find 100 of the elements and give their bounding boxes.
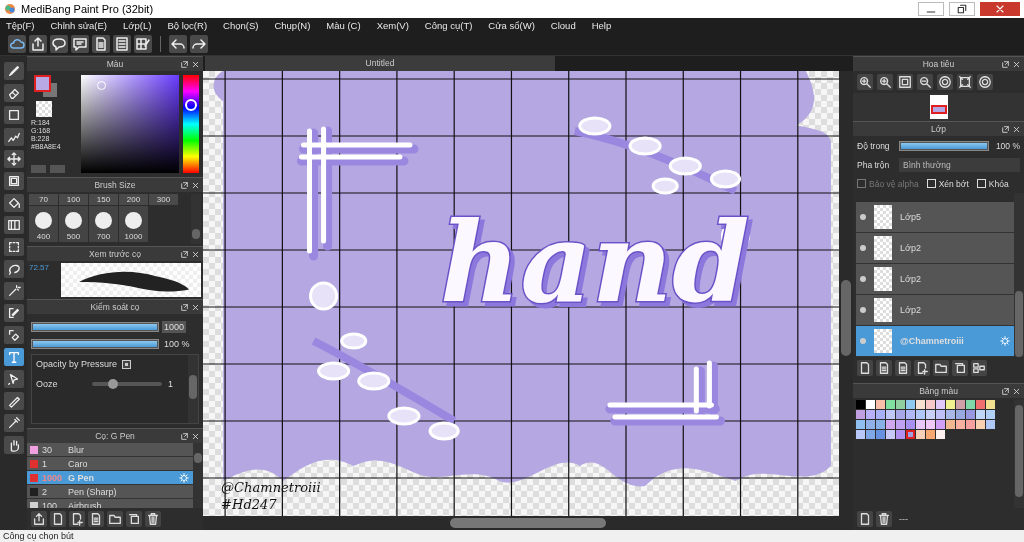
brush-size-option[interactable]: 500 [59, 206, 88, 242]
knife-icon[interactable] [3, 392, 24, 410]
popout-icon[interactable] [180, 249, 189, 259]
menu-item[interactable]: Tệp(F) [6, 20, 43, 31]
brush-size-option[interactable]: 100 [59, 194, 88, 205]
menu-item[interactable]: Chụp(N) [274, 20, 319, 31]
palette-swatch[interactable] [866, 400, 875, 409]
visibility-icon[interactable] [860, 214, 866, 220]
palette-swatch[interactable] [876, 410, 885, 419]
menu-item[interactable]: Lớp(L) [123, 20, 160, 31]
eraser-icon[interactable] [3, 84, 24, 102]
close-icon[interactable] [191, 302, 200, 312]
palette-swatch[interactable] [856, 420, 865, 429]
blend-dropdown[interactable]: Bình thường [899, 157, 1020, 172]
popout-icon[interactable] [1001, 386, 1010, 396]
brush-size-option[interactable]: 400 [29, 206, 58, 242]
document-tab[interactable]: Untitled [205, 56, 555, 71]
palette-swatch[interactable] [896, 410, 905, 419]
eraser-icon[interactable] [3, 326, 24, 344]
palette-swatch[interactable] [906, 410, 915, 419]
layer-item[interactable]: Lớp5 [856, 202, 1014, 233]
pointer-icon[interactable] [3, 370, 24, 388]
copy-icon[interactable] [126, 511, 142, 527]
zoom-out-icon[interactable] [917, 74, 933, 90]
add-layer-icon[interactable] [914, 360, 930, 376]
menu-item[interactable]: Bộ lọc(R) [167, 20, 216, 31]
brush-item[interactable]: 1 Caro [27, 457, 193, 471]
palette-swatch[interactable] [966, 410, 975, 419]
document-icon[interactable] [92, 35, 110, 53]
palette-swatch[interactable] [866, 430, 875, 439]
popout-icon[interactable] [180, 431, 189, 441]
brush-icon[interactable] [3, 62, 24, 80]
palette-swatch[interactable] [916, 420, 925, 429]
palette-swatch[interactable] [936, 410, 945, 419]
close-icon[interactable] [1012, 59, 1021, 69]
visibility-icon[interactable] [860, 307, 866, 313]
palette-swatch[interactable] [896, 400, 905, 409]
layer-item[interactable]: Lớp2 [856, 264, 1014, 295]
palette-swatch[interactable] [896, 420, 905, 429]
copy-icon[interactable] [952, 360, 968, 376]
size-value[interactable]: 1000 [162, 320, 187, 333]
palette-swatch[interactable] [916, 410, 925, 419]
brush-size-option[interactable]: 200 [119, 194, 148, 205]
palette-swatch[interactable] [856, 410, 865, 419]
palette-swatch[interactable] [936, 400, 945, 409]
scrollbar[interactable] [188, 355, 198, 423]
menu-item[interactable]: Help [591, 20, 620, 31]
rotate-icon[interactable] [977, 74, 993, 90]
brush-size-option[interactable]: 300 [149, 194, 178, 205]
palette-swatch[interactable] [926, 420, 935, 429]
navigator-thumbnail[interactable] [929, 95, 948, 119]
eyedropper-icon[interactable] [3, 414, 24, 432]
palette-swatch[interactable] [856, 430, 865, 439]
palette-swatch[interactable] [916, 430, 925, 439]
palette-swatch[interactable] [906, 400, 915, 409]
speech-bubble-icon[interactable] [50, 35, 68, 53]
palette-swatch[interactable] [986, 400, 995, 409]
menu-item[interactable]: Công cụ(T) [424, 20, 481, 31]
new-page-icon[interactable] [857, 511, 873, 527]
trash-icon[interactable] [876, 511, 892, 527]
close-icon[interactable] [1012, 124, 1021, 134]
palette-swatch[interactable] [886, 420, 895, 429]
fit-icon[interactable] [897, 74, 913, 90]
palette-swatch[interactable] [936, 420, 945, 429]
palette-swatch[interactable] [926, 400, 935, 409]
trash-icon[interactable] [145, 511, 161, 527]
wand-icon[interactable] [3, 282, 24, 300]
restore-icon[interactable] [949, 2, 975, 16]
palette-swatch[interactable] [876, 420, 885, 429]
scrollbar[interactable] [839, 71, 853, 516]
hand-icon[interactable] [3, 436, 24, 454]
brush-size-option[interactable]: 700 [89, 206, 118, 242]
cloud-icon[interactable] [8, 35, 26, 53]
palette-swatch[interactable] [886, 410, 895, 419]
popout-icon[interactable] [180, 180, 189, 190]
popout-icon[interactable] [180, 302, 189, 312]
square-icon[interactable] [3, 106, 24, 124]
palette-swatch[interactable] [936, 430, 945, 439]
upload-icon[interactable] [29, 35, 47, 53]
lasso-icon[interactable] [3, 260, 24, 278]
palette-swatch[interactable] [946, 400, 955, 409]
palette-swatch[interactable] [966, 420, 975, 429]
layer-item[interactable]: Lớp2 [856, 295, 1014, 326]
gradient-icon[interactable] [3, 216, 24, 234]
popout-icon[interactable] [1001, 59, 1010, 69]
close-icon[interactable] [191, 249, 200, 259]
palette-swatch[interactable] [926, 430, 935, 439]
close-icon[interactable] [191, 59, 200, 69]
gear-icon[interactable] [179, 472, 189, 483]
gear-icon[interactable] [1000, 336, 1010, 346]
visibility-icon[interactable] [860, 276, 866, 282]
palette-swatch[interactable] [946, 420, 955, 429]
brush-size-option[interactable]: 1000 [119, 206, 148, 242]
palette-swatch[interactable] [976, 420, 985, 429]
undo-icon[interactable] [169, 35, 187, 53]
zoom-in-icon[interactable] [877, 74, 893, 90]
palette-swatch[interactable] [966, 400, 975, 409]
page-icon[interactable] [895, 360, 911, 376]
redo-icon[interactable] [190, 35, 208, 53]
palette-swatch[interactable] [906, 430, 915, 439]
